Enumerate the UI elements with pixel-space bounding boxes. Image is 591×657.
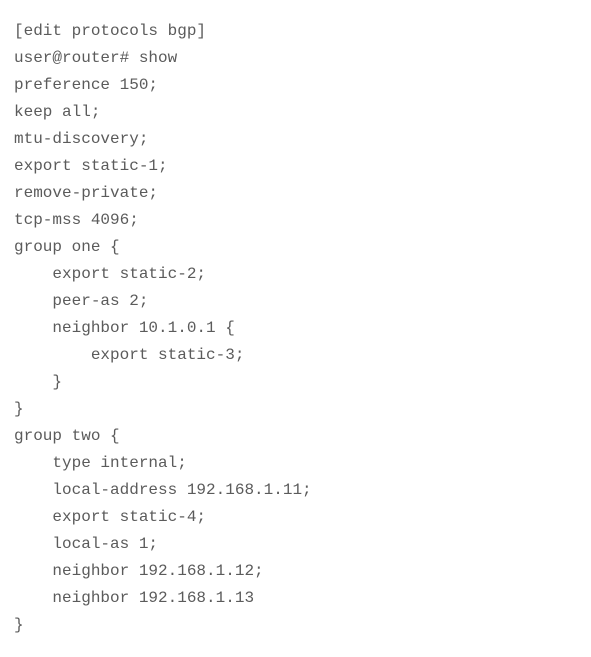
cli-line: export static-4;	[14, 508, 206, 526]
cli-line: group two {	[14, 427, 120, 445]
cli-context: [edit protocols bgp]	[14, 22, 206, 40]
cli-line: }	[14, 616, 24, 634]
cli-line: type internal;	[14, 454, 187, 472]
cli-line: group one {	[14, 238, 120, 256]
cli-line: peer-as 2;	[14, 292, 148, 310]
cli-line: mtu-discovery;	[14, 130, 148, 148]
cli-line: export static-1;	[14, 157, 168, 175]
cli-line: local-address 192.168.1.11;	[14, 481, 312, 499]
cli-line: export static-2;	[14, 265, 206, 283]
cli-output: [edit protocols bgp] user@router# show p…	[0, 0, 591, 657]
cli-line: export static-3;	[14, 346, 244, 364]
cli-line: local-as 1;	[14, 535, 158, 553]
cli-line: neighbor 192.168.1.12;	[14, 562, 264, 580]
cli-line: neighbor 192.168.1.13	[14, 589, 254, 607]
cli-line: keep all;	[14, 103, 100, 121]
cli-line: preference 150;	[14, 76, 158, 94]
cli-line: tcp-mss 4096;	[14, 211, 139, 229]
cli-line: remove-private;	[14, 184, 158, 202]
cli-line: neighbor 10.1.0.1 {	[14, 319, 235, 337]
cli-line: }	[14, 400, 24, 418]
cli-line: }	[14, 373, 62, 391]
cli-prompt: user@router# show	[14, 49, 177, 67]
